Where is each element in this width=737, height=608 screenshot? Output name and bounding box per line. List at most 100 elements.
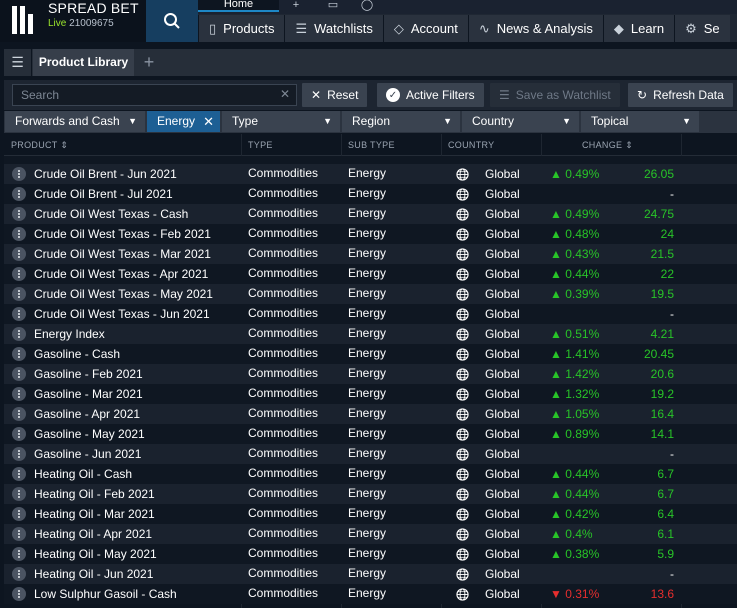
table-row[interactable]: Gasoline - Mar 2021 Commodities Energy Glob… (4, 384, 737, 404)
product-name[interactable]: Gasoline - Jun 2021 (34, 447, 141, 461)
row-menu-icon[interactable] (12, 187, 26, 201)
product-name[interactable]: Crude Oil Brent - Jun 2021 (34, 167, 177, 181)
column-header-sub-type[interactable]: SUB TYPE (348, 140, 395, 150)
product-name[interactable]: Heating Oil - Mar 2021 (34, 507, 155, 521)
row-menu-icon[interactable] (12, 167, 26, 181)
row-menu-icon[interactable] (12, 507, 26, 521)
table-row[interactable]: Energy Index Commodities Energy Global ▲ 0.5… (4, 324, 737, 344)
product-name[interactable]: Gasoline - Feb 2021 (34, 367, 143, 381)
nav-settings[interactable]: ⚙ Se (674, 15, 730, 42)
table-row[interactable]: Heating Oil - Apr 2021 Commodities Energy G… (4, 524, 737, 544)
mouse-icon[interactable]: ◯ (352, 0, 382, 14)
table-row[interactable]: Heating Oil - Jun 2021 Commodities Energy G… (4, 564, 737, 584)
product-name[interactable]: Crude Oil West Texas - May 2021 (34, 287, 213, 301)
global-search-button[interactable] (146, 0, 198, 42)
product-name[interactable]: Gasoline - May 2021 (34, 427, 145, 441)
add-workspace-icon[interactable]: + (281, 0, 311, 14)
product-name[interactable]: Heating Oil - Apr 2021 (34, 527, 152, 541)
table-row[interactable]: Crude Oil Brent - Jun 2021 Commodities Ene… (4, 164, 737, 184)
table-row[interactable]: Heating Oil - May 2021 Commodities Energy G… (4, 544, 737, 564)
table-row[interactable]: Heating Oil - Mar 2021 Commodities Energy G… (4, 504, 737, 524)
table-row[interactable]: Crude Oil Brent - Jul 2021 Commodities Ene… (4, 184, 737, 204)
row-menu-icon[interactable] (12, 367, 26, 381)
row-menu-icon[interactable] (12, 347, 26, 361)
row-menu-icon[interactable] (12, 327, 26, 341)
filter-region[interactable]: Region ▼ (342, 111, 460, 132)
hamburger-menu-icon[interactable]: ☰ (4, 49, 32, 76)
table-row[interactable]: Crude Oil West Texas - Cash Commodities En… (4, 204, 737, 224)
nav-account[interactable]: ◇ Account (382, 15, 468, 42)
product-name[interactable]: Heating Oil - Feb 2021 (34, 487, 155, 501)
monitor-icon[interactable]: ▭ (318, 0, 348, 14)
filter-energy[interactable]: Energy ✕ (147, 111, 220, 132)
product-name[interactable]: Energy Index (34, 327, 105, 341)
column-header-product[interactable]: PRODUCT ⇕ (11, 140, 68, 151)
product-name[interactable]: Gasoline - Cash (34, 347, 120, 361)
product-name[interactable]: Gasoline - Apr 2021 (34, 407, 140, 421)
product-name[interactable]: Crude Oil West Texas - Feb 2021 (34, 227, 211, 241)
row-menu-icon[interactable] (12, 387, 26, 401)
nav-products[interactable]: ▯ Products (198, 15, 285, 42)
row-menu-icon[interactable] (12, 527, 26, 541)
row-menu-icon[interactable] (12, 487, 26, 501)
row-menu-icon[interactable] (12, 567, 26, 581)
table-row[interactable]: Crude Oil West Texas - Apr 2021 Commoditi… (4, 264, 737, 284)
table-row[interactable]: Gasoline - May 2021 Commodities Energy Glob… (4, 424, 737, 444)
product-sub-type: Energy (348, 366, 387, 380)
row-menu-icon[interactable] (12, 267, 26, 281)
table-row[interactable]: Crude Oil West Texas - Mar 2021 Commoditi… (4, 244, 737, 264)
row-menu-icon[interactable] (12, 207, 26, 221)
nav-watchlists[interactable]: ☰ Watchlists (284, 15, 383, 42)
table-row[interactable]: Low Sulphur Gasoil - Cash Commodities Ener… (4, 584, 737, 604)
remove-filter-icon[interactable]: ✕ (203, 111, 214, 132)
tab-product-library[interactable]: Product Library (33, 49, 134, 76)
table-row[interactable]: Crude Oil West Texas - Feb 2021 Commoditi… (4, 224, 737, 244)
row-menu-icon[interactable] (12, 307, 26, 321)
product-name[interactable]: Crude Oil West Texas - Mar 2021 (34, 247, 211, 261)
nav-news-analysis[interactable]: ∿ News & Analysis (467, 15, 603, 42)
nav-learn[interactable]: ◆ Learn (602, 15, 675, 42)
refresh-data-button[interactable]: ↻ Refresh Data (628, 83, 733, 107)
column-header-change[interactable]: CHANGE ⇕ (582, 140, 633, 151)
row-menu-icon[interactable] (12, 287, 26, 301)
filter-forwards-and-cash[interactable]: Forwards and Cash ▼ (5, 111, 145, 132)
product-name[interactable]: Heating Oil - May 2021 (34, 547, 157, 561)
row-menu-icon[interactable] (12, 227, 26, 241)
search-input[interactable] (12, 84, 297, 106)
row-menu-icon[interactable] (12, 447, 26, 461)
row-menu-icon[interactable] (12, 427, 26, 441)
clear-search-icon[interactable]: ✕ (280, 87, 290, 101)
row-menu-icon[interactable] (12, 547, 26, 561)
table-row[interactable]: Heating Oil - Feb 2021 Commodities Energy G… (4, 484, 737, 504)
product-name[interactable]: Gasoline - Mar 2021 (34, 387, 143, 401)
row-menu-icon[interactable] (12, 467, 26, 481)
table-row[interactable]: Gasoline - Cash Commodities Energy Global ▲ … (4, 344, 737, 364)
table-row[interactable]: Crude Oil West Texas - Jun 2021 Commoditi… (4, 304, 737, 324)
product-name[interactable]: Low Sulphur Gasoil - Cash (34, 587, 177, 601)
product-name[interactable]: Crude Oil Brent - Jul 2021 (34, 187, 173, 201)
save-watchlist-button[interactable]: ☰ Save as Watchlist (490, 83, 620, 107)
table-row[interactable]: Heating Oil - Cash Commodities Energy Globa… (4, 464, 737, 484)
active-filters-button[interactable]: ✓ Active Filters (377, 83, 484, 107)
table-row[interactable]: Crude Oil West Texas - May 2021 Commoditi… (4, 284, 737, 304)
product-name[interactable]: Heating Oil - Cash (34, 467, 132, 481)
column-header-type[interactable]: TYPE (248, 140, 273, 150)
product-name[interactable]: Crude Oil West Texas - Apr 2021 (34, 267, 208, 281)
row-menu-icon[interactable] (12, 407, 26, 421)
reset-button[interactable]: ✕ Reset (302, 83, 368, 107)
row-menu-icon[interactable] (12, 587, 26, 601)
product-name[interactable]: Heating Oil - Jun 2021 (34, 567, 153, 581)
filter-type[interactable]: Type ▼ (222, 111, 340, 132)
table-row[interactable]: Gasoline - Feb 2021 Commodities Energy Glob… (4, 364, 737, 384)
change-value: 0.51% (565, 327, 600, 341)
column-header-country[interactable]: COUNTRY (448, 140, 494, 150)
product-name[interactable]: Crude Oil West Texas - Jun 2021 (34, 307, 210, 321)
add-tab-icon[interactable]: + (138, 49, 160, 76)
tab-home[interactable]: Home (198, 0, 279, 12)
table-row[interactable]: Gasoline - Apr 2021 Commodities Energy Glob… (4, 404, 737, 424)
table-row[interactable]: Gasoline - Jun 2021 Commodities Energy Glob… (4, 444, 737, 464)
filter-topical[interactable]: Topical ▼ (581, 111, 699, 132)
row-menu-icon[interactable] (12, 247, 26, 261)
filter-country[interactable]: Country ▼ (462, 111, 579, 132)
product-name[interactable]: Crude Oil West Texas - Cash (34, 207, 188, 221)
